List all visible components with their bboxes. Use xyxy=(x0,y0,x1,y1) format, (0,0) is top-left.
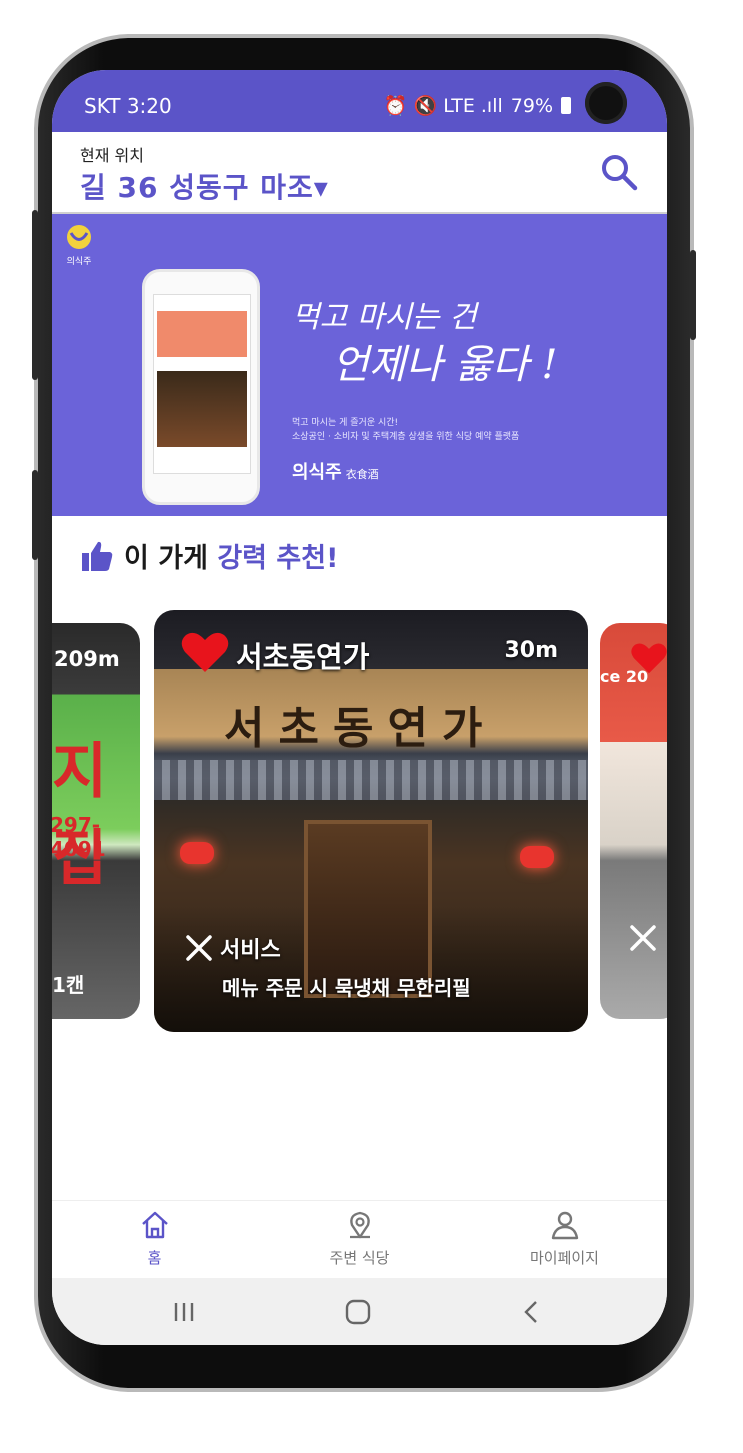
tab-home-label: 홈 xyxy=(147,1249,162,1267)
promo-banner[interactable]: 의식주 먹고 마시는 건 언제나 옳다 ! 먹고 마시는 게 즐거운 시간! 소… xyxy=(52,214,667,516)
card-sign-phone: 297-4091 xyxy=(52,813,106,861)
restaurant-card[interactable]: 서초동연가 서초동연가 30m 서비스 메뉴 주문 시 묵냉채 무한리필 xyxy=(154,610,588,1032)
slogan-line-2: 언제나 옳다 ! xyxy=(332,342,558,388)
recommend-title-accent: 강력 추천! xyxy=(217,543,339,574)
battery-percent: 79% xyxy=(510,94,553,117)
volume-button xyxy=(32,210,38,380)
brand-hanja: 衣食酒 xyxy=(345,468,379,481)
restaurant-distance: 30m xyxy=(504,638,558,663)
status-carrier-time: SKT 3:20 xyxy=(84,94,172,118)
location-selector[interactable]: 길 36 성동구 마조▾ xyxy=(80,166,329,206)
restaurant-card-prev[interactable]: 209m 지 집 297-4091 1캔 xyxy=(52,623,140,1019)
restaurant-name: 서초동연가 xyxy=(236,640,370,674)
banner-tagline: 먹고 마시는 게 즐거운 시간! 소상공인 · 소비자 및 주택계층 상생을 위… xyxy=(292,416,592,444)
logo-icon xyxy=(67,225,91,249)
lantern xyxy=(180,842,214,864)
app-mockup-image xyxy=(142,269,260,505)
favorite-heart-icon[interactable] xyxy=(180,630,230,674)
tab-mypage[interactable]: 마이페이지 xyxy=(462,1209,667,1268)
system-nav-bar xyxy=(52,1278,667,1345)
tab-nearby-label: 주변 식당 xyxy=(329,1249,390,1267)
slogan-line-1: 먹고 마시는 건 xyxy=(292,300,477,335)
service-description: 메뉴 주문 시 묵냉채 무한리필 xyxy=(222,976,471,1000)
mockup-header xyxy=(154,295,250,309)
status-indicators: ⏰ 🔇 LTE .ıll 79% xyxy=(384,94,571,117)
logo-text: 의식주 xyxy=(66,257,92,267)
brand-name: 의식주 衣食酒 xyxy=(292,458,379,484)
map-pin-icon xyxy=(349,1211,370,1239)
battery-icon xyxy=(561,97,571,114)
fork-knife-icon xyxy=(630,925,656,951)
home-icon xyxy=(141,1211,168,1239)
storefront-sign: 서초동연가 xyxy=(224,703,497,754)
power-button xyxy=(690,250,696,340)
tab-home[interactable]: 홈 xyxy=(52,1209,257,1268)
back-icon[interactable] xyxy=(512,1294,552,1330)
location-label: 현재 위치 xyxy=(80,146,144,165)
restaurant-card-next[interactable]: ce 20 xyxy=(600,623,667,1019)
location-header: 현재 위치 길 36 성동구 마조▾ xyxy=(52,132,667,214)
favorite-heart-icon[interactable] xyxy=(630,641,667,675)
thumbs-up-icon xyxy=(82,541,113,571)
recommend-section-title: 이 가게 강력 추천! xyxy=(80,536,338,575)
mockup-banner xyxy=(157,311,247,357)
app-screen: SKT 3:20 ⏰ 🔇 LTE .ıll 79% 현재 위치 길 36 성동구… xyxy=(52,70,667,1345)
tab-mypage-label: 마이페이지 xyxy=(529,1249,599,1267)
tagline-line-2: 소상공인 · 소비자 및 주택계층 상생을 위한 식당 예약 플랫폼 xyxy=(292,432,520,442)
mockup-photo xyxy=(157,371,247,447)
recommend-title-prefix: 이 가게 xyxy=(124,543,218,574)
card-service-desc: 1캔 xyxy=(52,973,85,997)
home-button-icon[interactable] xyxy=(338,1294,378,1330)
user-icon xyxy=(551,1211,578,1240)
service-label: 서비스 xyxy=(184,932,281,964)
status-bar: SKT 3:20 ⏰ 🔇 LTE .ıll 79% xyxy=(52,70,667,132)
brand-name-text: 의식주 xyxy=(292,462,342,483)
tab-nearby[interactable]: 주변 식당 xyxy=(257,1209,462,1268)
status-icons: ⏰ 🔇 LTE .ıll xyxy=(383,95,503,117)
fork-knife-icon xyxy=(186,935,212,961)
front-camera xyxy=(585,82,627,124)
recent-apps-icon[interactable] xyxy=(164,1294,204,1330)
card-sign-text: 지 집 xyxy=(52,737,108,894)
roof-tiles xyxy=(154,760,588,800)
app-logo: 의식주 xyxy=(62,224,96,267)
search-icon[interactable] xyxy=(599,152,639,192)
bixby-button xyxy=(32,470,38,560)
tagline-line-1: 먹고 마시는 게 즐거운 시간! xyxy=(292,418,399,428)
card-distance: 209m xyxy=(54,647,120,671)
service-label-text: 서비스 xyxy=(220,938,281,963)
lantern xyxy=(520,846,554,868)
bottom-tab-bar: 홈 주변 식당 마이페이지 xyxy=(52,1200,667,1279)
mockup-screen xyxy=(153,294,251,474)
